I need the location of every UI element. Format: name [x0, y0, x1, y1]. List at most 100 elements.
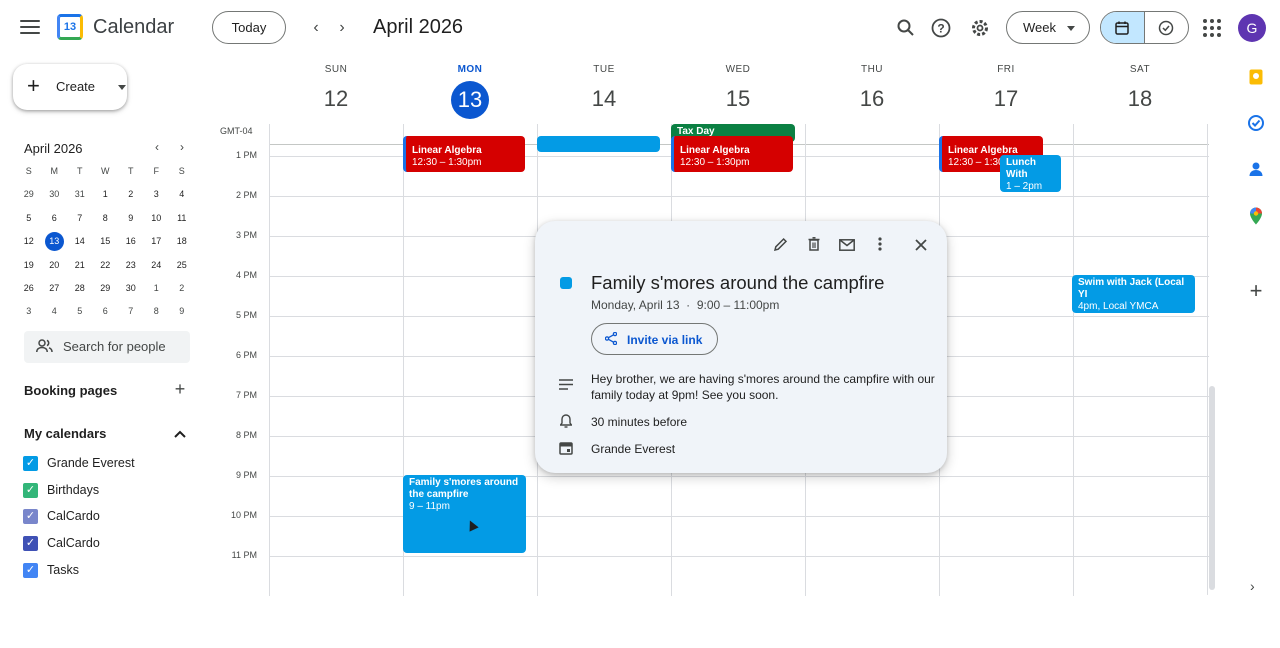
mini-calendar-day[interactable]: 9 [169, 300, 195, 323]
chevron-right-icon[interactable]: › [174, 140, 190, 154]
event-block[interactable]: Family s'mores around the campfire 9 – 11… [403, 475, 526, 553]
mini-calendar-day[interactable]: 31 [67, 183, 93, 206]
mini-calendar-day[interactable]: 8 [144, 300, 170, 323]
mini-calendar-day[interactable]: 12 [16, 230, 42, 253]
hamburger-icon[interactable] [18, 16, 42, 40]
apps-grid-icon[interactable] [1203, 19, 1221, 37]
mini-calendar-day[interactable]: 28 [67, 277, 93, 300]
add-booking-page-icon[interactable]: + [171, 379, 189, 400]
day-header-fri[interactable]: FRI 17 [939, 56, 1073, 117]
mail-icon[interactable] [836, 235, 858, 257]
mini-calendar-day[interactable]: 27 [42, 277, 68, 300]
mini-calendar-day[interactable]: 26 [16, 277, 42, 300]
day-header-sun[interactable]: SUN 12 [269, 56, 403, 117]
mini-calendar-day[interactable]: 13 [42, 230, 68, 253]
mini-calendar-day[interactable]: 16 [118, 230, 144, 253]
calendar-icon[interactable] [1101, 12, 1145, 43]
mini-calendar-title: April 2026 [24, 141, 83, 156]
checkbox-checked-icon[interactable]: ✓ [23, 563, 38, 578]
trash-icon[interactable] [803, 235, 825, 257]
mini-calendar-day[interactable]: 23 [118, 254, 144, 277]
mini-calendar-day[interactable]: 2 [169, 277, 195, 300]
keep-icon[interactable] [1247, 69, 1265, 87]
mini-calendar-day[interactable]: 30 [118, 277, 144, 300]
grid-scrollbar[interactable] [1209, 386, 1215, 590]
hour-gridline [269, 556, 1209, 557]
edit-icon[interactable] [770, 235, 792, 257]
search-people-input[interactable]: Search for people [24, 331, 190, 363]
checkbox-checked-icon[interactable]: ✓ [23, 536, 38, 551]
day-header-tue[interactable]: TUE 14 [537, 56, 671, 117]
mini-weekday-head: F [153, 166, 160, 176]
chevron-left-icon[interactable]: ‹ [149, 140, 165, 154]
checkbox-checked-icon[interactable]: ✓ [23, 509, 38, 524]
search-icon[interactable] [892, 14, 920, 42]
mini-calendar-day[interactable]: 24 [144, 254, 170, 277]
mini-calendar-day[interactable]: 30 [42, 183, 68, 206]
gear-icon[interactable] [966, 14, 994, 42]
maps-icon[interactable] [1247, 207, 1265, 225]
contacts-icon[interactable] [1247, 161, 1265, 179]
task-check-icon[interactable] [1145, 12, 1189, 43]
mini-calendar-day[interactable]: 1 [93, 183, 119, 206]
chevron-right-icon[interactable]: › [330, 16, 354, 40]
mini-calendar-day[interactable]: 25 [169, 254, 195, 277]
mini-calendar-day[interactable]: 4 [42, 300, 68, 323]
mini-calendar-day[interactable]: 18 [169, 230, 195, 253]
view-select[interactable]: Week [1006, 11, 1090, 44]
mini-calendar-day[interactable]: 15 [93, 230, 119, 253]
mini-calendar-day[interactable]: 11 [169, 207, 195, 230]
date-number: 17 [993, 86, 1019, 111]
mini-calendar-day[interactable]: 4 [169, 183, 195, 206]
mini-calendar-day[interactable]: 29 [16, 183, 42, 206]
add-addon-icon[interactable]: + [1247, 280, 1265, 302]
avatar[interactable]: G [1238, 14, 1266, 42]
mini-calendar-day[interactable]: 3 [16, 300, 42, 323]
mini-calendar-day[interactable]: 9 [118, 207, 144, 230]
mini-calendar-day[interactable]: 7 [118, 300, 144, 323]
invite-via-link-button[interactable]: Invite via link [591, 323, 718, 355]
mini-calendar-day[interactable]: 8 [93, 207, 119, 230]
day-header-thu[interactable]: THU 16 [805, 56, 939, 117]
chevron-left-icon[interactable]: ‹ [304, 16, 328, 40]
day-header-mon[interactable]: MON 13 [403, 56, 537, 119]
close-icon[interactable] [910, 235, 932, 257]
top-bar: 13 Calendar Today ‹ › April 2026 ? Week … [0, 0, 1280, 56]
mini-calendar-day[interactable]: 7 [67, 207, 93, 230]
mini-calendar-day[interactable]: 20 [42, 254, 68, 277]
booking-pages-label: Booking pages [24, 383, 118, 398]
day-header-wed[interactable]: WED 15 [671, 56, 805, 117]
mini-calendar-day[interactable]: 14 [67, 230, 93, 253]
today-button[interactable]: Today [212, 11, 286, 44]
mini-calendar-day[interactable]: 1 [144, 277, 170, 300]
tasks-icon[interactable] [1247, 115, 1265, 133]
mini-calendar-day[interactable]: 5 [67, 300, 93, 323]
more-vert-icon[interactable] [869, 235, 891, 257]
mini-calendar-day[interactable]: 22 [93, 254, 119, 277]
chevron-up-icon[interactable] [171, 422, 189, 443]
hour-label: 7 PM [235, 390, 257, 400]
mini-calendar-day[interactable]: 29 [93, 277, 119, 300]
mini-calendar-day[interactable]: 6 [93, 300, 119, 323]
day-header-sat[interactable]: SAT 18 [1073, 56, 1207, 117]
event-block[interactable]: Linear Algebra 12:30 – 1:30pm [671, 136, 793, 172]
event-time: 9 – 11pm [409, 501, 450, 512]
checkbox-checked-icon[interactable]: ✓ [23, 456, 38, 471]
event-block[interactable] [537, 136, 660, 152]
mini-calendar-day[interactable]: 6 [42, 207, 68, 230]
mini-calendar-day[interactable]: 17 [144, 230, 170, 253]
mini-calendar-day[interactable]: 5 [16, 207, 42, 230]
my-calendars-label[interactable]: My calendars [24, 426, 106, 441]
chevron-right-icon[interactable]: › [1250, 578, 1255, 594]
event-block[interactable]: Linear Algebra 12:30 – 1:30pm [403, 136, 525, 172]
mini-calendar-day[interactable]: 3 [144, 183, 170, 206]
event-block[interactable]: Lunch With 1 – 2pm [1000, 155, 1061, 192]
create-button[interactable]: + Create [13, 64, 127, 110]
mini-calendar-day[interactable]: 19 [16, 254, 42, 277]
mini-calendar-day[interactable]: 10 [144, 207, 170, 230]
help-icon[interactable]: ? [927, 14, 955, 42]
event-block[interactable]: Swim with Jack (Local YI 4pm, Local YMCA [1072, 275, 1195, 313]
mini-calendar-day[interactable]: 21 [67, 254, 93, 277]
checkbox-checked-icon[interactable]: ✓ [23, 483, 38, 498]
mini-calendar-day[interactable]: 2 [118, 183, 144, 206]
